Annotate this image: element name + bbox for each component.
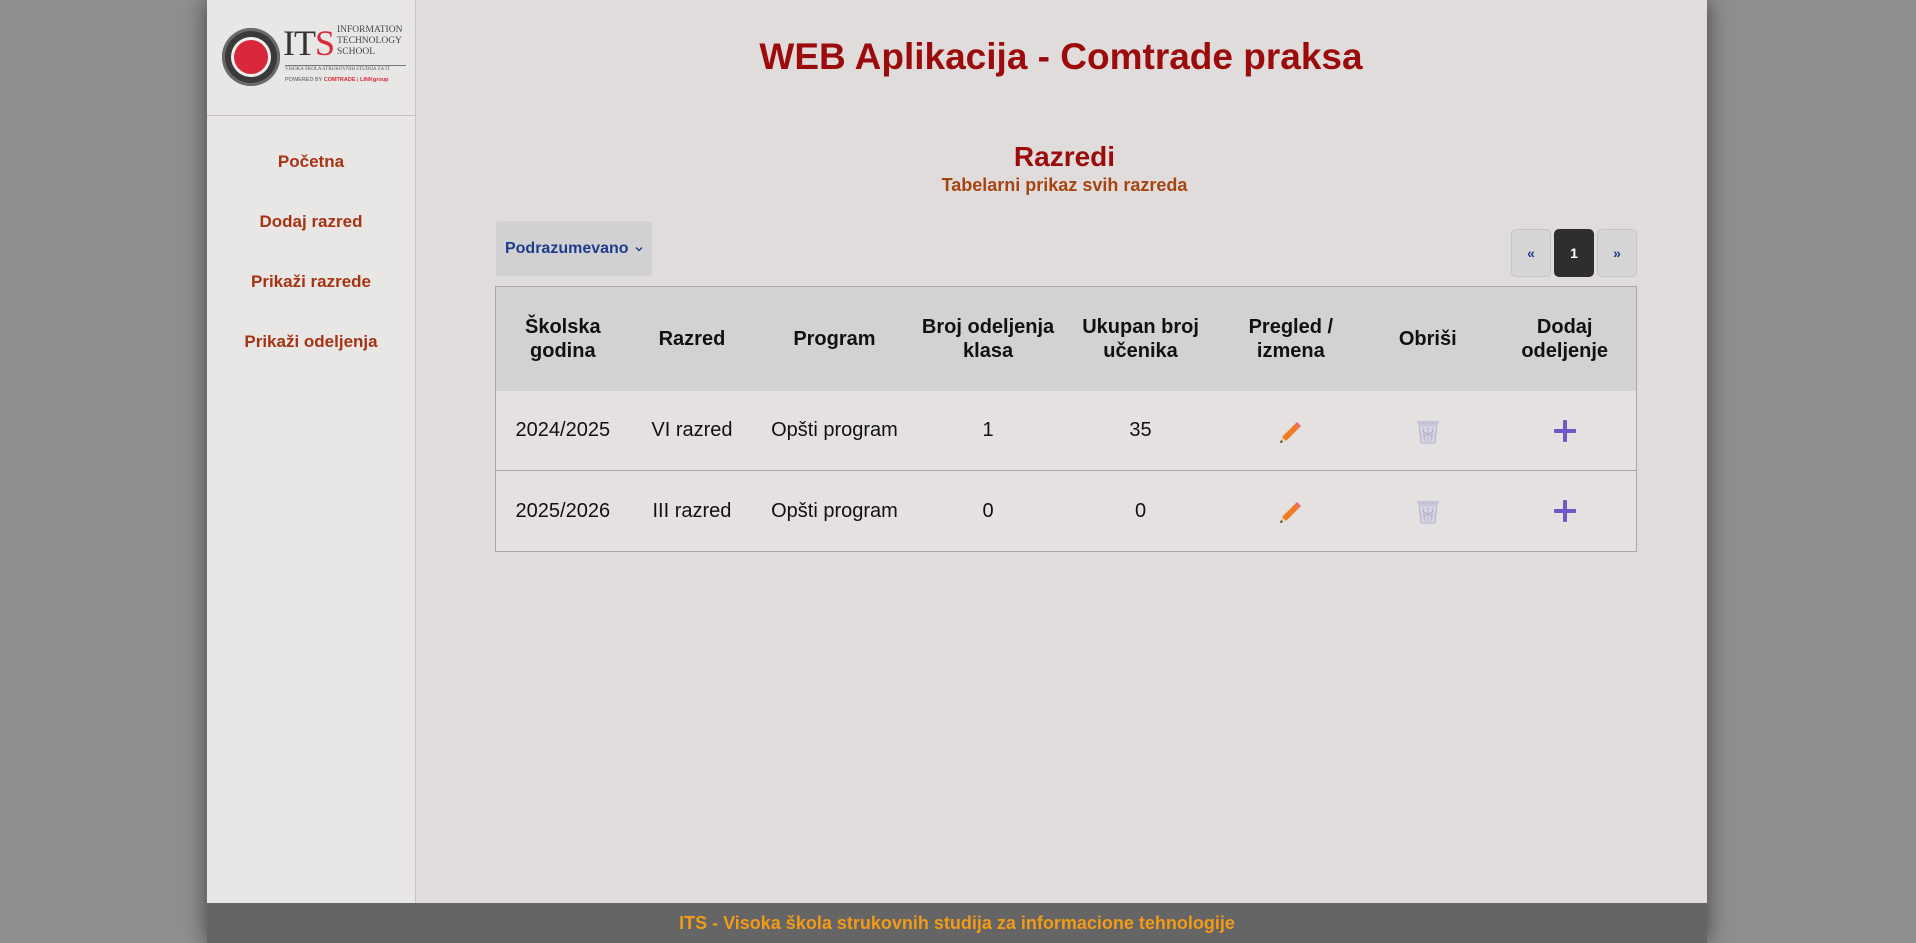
cell-add (1493, 470, 1637, 552)
cell-delete (1362, 470, 1494, 552)
table-row: 2025/2026 III razred Opšti program 0 0 (495, 470, 1637, 552)
pagination-prev[interactable]: « (1511, 229, 1551, 277)
logo-brand-lines: INFORMATION TECHNOLOGY SCHOOL (337, 25, 403, 57)
page-footer: ITS - Visoka škola strukovnih studija za… (207, 903, 1707, 943)
section-subtitle: Tabelarni prikaz svih razreda (941, 175, 1188, 195)
col-program[interactable]: Program (754, 286, 915, 391)
col-skolska-godina[interactable]: Školska godina (495, 286, 630, 391)
nav-item-pocetna[interactable]: Početna (207, 132, 415, 192)
school-logo[interactable]: ITS INFORMATION TECHNOLOGY SCHOOL VISOKA… (207, 0, 415, 116)
pagination: « 1 » (1511, 229, 1637, 277)
cell-grade: III razred (629, 470, 755, 552)
razredi-table: Školska godina Razred Program Broj odelj… (495, 286, 1637, 552)
cell-add (1493, 391, 1636, 471)
logo-divider (285, 65, 406, 66)
col-pregled-izmena: Pregled / izmena (1219, 286, 1363, 391)
cell-program: Opšti program (771, 419, 898, 441)
app-frame: ITS INFORMATION TECHNOLOGY SCHOOL VISOKA… (207, 0, 1707, 943)
col-dodaj-odeljenje: Dodaj odeljenje (1493, 286, 1637, 391)
sort-label: Podrazumevano (504, 240, 629, 257)
pagination-page-1[interactable]: 1 (1554, 229, 1594, 277)
trash-delete-icon[interactable] (1415, 417, 1441, 445)
section-title: Razredi (1013, 141, 1116, 172)
cell-sections: 0 (914, 470, 1062, 552)
logo-tagline: VISOKA ŠKOLA STRUKOVNIH STUDIJA ZA IT (285, 67, 390, 72)
logo-powered: POWERED BY COMTRADE | LINKgroup (285, 77, 389, 83)
cell-students: 0 (1061, 470, 1220, 552)
cell-year: 2024/2025 (515, 419, 611, 441)
table-header-row: Školska godina Razred Program Broj odelj… (495, 286, 1637, 391)
table-header: Školska godina Razred Program Broj odelj… (495, 286, 1637, 391)
sort-dropdown[interactable]: Podrazumevano (496, 221, 652, 276)
cell-grade: VI razred (651, 419, 733, 441)
table-row: 2024/2025 VI razred Opšti program 1 35 (496, 391, 1637, 471)
cell-program: Opšti program (754, 470, 915, 552)
col-obrisi: Obriši (1362, 286, 1494, 391)
cell-edit (1219, 470, 1363, 552)
trash-delete-icon[interactable] (1415, 497, 1441, 525)
school-seal-icon (222, 28, 280, 86)
sidebar-nav: Početna Dodaj razred Prikaži razrede Pri… (207, 116, 415, 372)
cell-edit (1220, 391, 1362, 471)
plus-add-icon[interactable] (1552, 498, 1578, 524)
pagination-next[interactable]: » (1597, 229, 1637, 277)
nav-item-prikazi-odeljenja[interactable]: Prikaži odeljenja (207, 312, 415, 372)
nav-item-prikazi-razrede[interactable]: Prikaži razrede (207, 252, 415, 312)
main-content: WEB Aplikacija - Comtrade praksa Razredi… (415, 0, 1707, 903)
col-razred[interactable]: Razred (629, 286, 755, 391)
nav-item-dodaj-razred[interactable]: Dodaj razred (207, 192, 415, 252)
pencil-edit-icon[interactable] (1277, 417, 1305, 445)
cell-year: 2025/2026 (495, 470, 630, 552)
col-broj-odeljenja[interactable]: Broj odeljenja klasa (914, 286, 1062, 391)
cell-students: 35 (1129, 419, 1152, 441)
cell-delete (1362, 391, 1493, 471)
sidebar: ITS INFORMATION TECHNOLOGY SCHOOL VISOKA… (207, 0, 416, 903)
col-ukupan-broj-ucenika[interactable]: Ukupan broj učenika (1061, 286, 1220, 391)
logo-brand: ITS (283, 23, 335, 63)
plus-add-icon[interactable] (1552, 418, 1578, 444)
chevron-down-icon (635, 246, 643, 252)
cell-sections: 1 (982, 419, 994, 441)
pencil-edit-icon[interactable] (1277, 497, 1305, 525)
page-title: WEB Aplikacija - Comtrade praksa (759, 36, 1363, 77)
